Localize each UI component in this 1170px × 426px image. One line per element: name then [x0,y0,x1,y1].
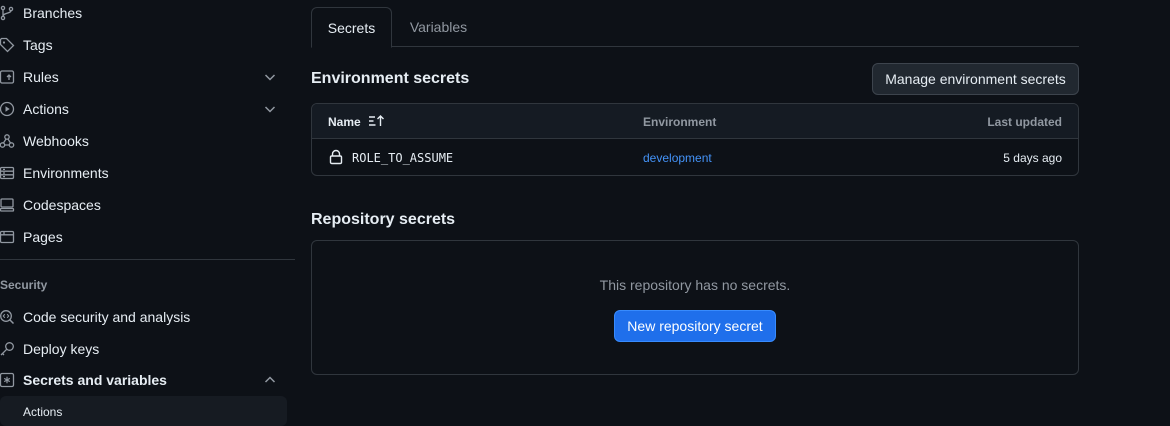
manage-environment-secrets-button[interactable]: Manage environment secrets [872,63,1079,95]
environment-secrets-title: Environment secrets [311,70,470,87]
sidebar-item-branches[interactable]: Branches [0,0,287,29]
webhook-icon [0,132,16,150]
tab-variables[interactable]: Variables [392,7,485,47]
sidebar-divider [0,259,295,260]
environment-secrets-table: Name Environment Last updated ROLE_TO_AS… [311,103,1079,176]
column-header-name[interactable]: Name [328,115,361,129]
tab-secrets[interactable]: Secrets [311,7,392,48]
sidebar-item-label: Pages [23,229,63,245]
column-header-environment: Environment [643,115,717,129]
sidebar-item-label: Tags [23,37,53,53]
tag-icon [0,36,16,54]
sidebar-item-label: Environments [23,165,109,181]
table-header: Name Environment Last updated [312,104,1078,139]
sidebar-subitem-actions[interactable]: Actions [0,396,287,426]
empty-state-message: This repository has no secrets. [599,277,791,293]
sidebar-item-pages[interactable]: Pages [0,221,287,253]
sidebar-item-tags[interactable]: Tags [0,29,287,61]
sort-ascending-icon[interactable] [368,114,386,128]
rules-icon [0,68,16,86]
branch-icon [0,4,16,22]
codespaces-icon [0,196,16,214]
asterisk-icon [0,371,16,389]
codescan-icon [0,308,16,326]
sidebar-item-secrets-variables[interactable]: Secrets and variables [0,364,287,396]
table-row: ROLE_TO_ASSUME development 5 days ago [312,139,1078,175]
browser-icon [0,228,16,246]
sidebar-item-environments[interactable]: Environments [0,157,287,189]
new-repository-secret-button[interactable]: New repository secret [614,310,776,342]
sidebar-item-label: Codespaces [23,197,101,213]
sidebar-item-label: Code security and analysis [23,309,191,325]
server-icon [0,164,16,182]
lock-icon [329,149,343,165]
sidebar-item-webhooks[interactable]: Webhooks [0,125,287,157]
repository-secrets-empty-state: This repository has no secrets. New repo… [311,240,1079,375]
chevron-down-icon[interactable] [263,70,277,84]
sidebar-item-actions[interactable]: Actions [0,93,287,125]
sidebar-item-deploy-keys[interactable]: Deploy keys [0,333,287,365]
last-updated-value: 5 days ago [1003,151,1062,165]
sidebar-item-label: Deploy keys [23,341,100,357]
play-icon [0,100,16,118]
sidebar-item-codespaces[interactable]: Codespaces [0,189,287,221]
sidebar-item-code-security[interactable]: Code security and analysis [0,301,287,333]
settings-sidebar: Branches Tags Rules Actions Webhooks Env… [0,0,295,426]
secret-name: ROLE_TO_ASSUME [352,151,454,165]
sidebar-subitem-label: Actions [23,405,63,419]
repository-secrets-title: Repository secrets [311,211,456,228]
sidebar-item-label: Webhooks [23,133,89,149]
column-header-last-updated: Last updated [987,115,1062,129]
sidebar-item-label: Secrets and variables [23,372,167,388]
sidebar-heading-security: Security [0,278,48,292]
chevron-down-icon[interactable] [263,102,277,116]
sidebar-item-rules[interactable]: Rules [0,61,287,93]
environment-link[interactable]: development [643,151,712,165]
sidebar-item-label: Branches [23,5,83,21]
chevron-up-icon[interactable] [263,373,277,387]
key-icon [0,340,16,358]
tab-bar: Secrets Variables [311,7,1079,48]
sidebar-item-label: Rules [23,69,59,85]
sidebar-item-label: Actions [23,101,69,117]
